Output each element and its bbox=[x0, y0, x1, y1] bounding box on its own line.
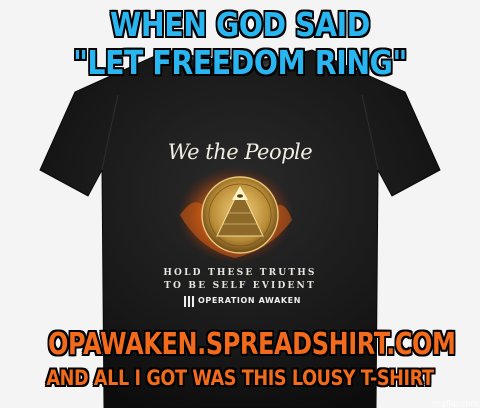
meme-image: WHEN GOD SAID "LET FREEDOM RING" We the … bbox=[0, 0, 480, 408]
top-caption-line-1: WHEN GOD SAID bbox=[109, 5, 371, 44]
bottom-caption-line-2: AND ALL I GOT WAS THIS LOUSY T-SHIRT bbox=[46, 366, 435, 390]
bottom-caption-line-1: OPAWAKEN.SPREADSHIRT.COM bbox=[47, 327, 456, 362]
shirt-script-title: We the People bbox=[167, 140, 313, 164]
qr-code-icon bbox=[184, 296, 195, 307]
shirt-badge-text: OPERATION AWAKEN bbox=[198, 296, 302, 305]
shirt-badge: OPERATION AWAKEN bbox=[184, 296, 304, 308]
top-caption-line-2: "LET FREEDOM RING" bbox=[72, 43, 408, 82]
shirt-print-line-2: TO BE SELF EVIDENT bbox=[164, 281, 316, 291]
imgflip-watermark: imgflip.com bbox=[430, 399, 478, 408]
shirt-print-line-1: HOLD THESE TRUTHS bbox=[163, 268, 317, 278]
